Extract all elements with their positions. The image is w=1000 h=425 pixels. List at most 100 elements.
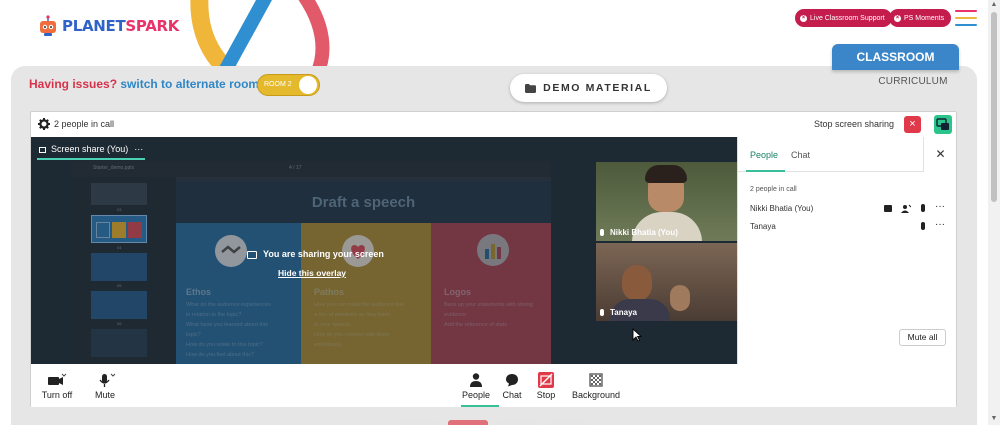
camera-label: Turn off — [41, 390, 73, 400]
hide-overlay-link[interactable]: Hide this overlay — [278, 268, 346, 278]
meeting-controls: Turn off Mute People Chat Stop Backgroun… — [31, 364, 956, 407]
participant-hair — [645, 165, 687, 183]
present-icon — [39, 146, 46, 153]
meeting-top-bar: 2 people in call Stop screen sharing × — [31, 112, 956, 137]
participant-name: Nikki Bhatia (You) — [610, 228, 678, 237]
demo-material-button[interactable]: DEMO MATERIAL — [510, 74, 667, 102]
participant-name: Tanaya — [610, 308, 637, 317]
issues-text: Having issues? — [29, 77, 118, 91]
participant-name-tag: Nikki Bhatia (You) — [600, 228, 678, 237]
switch-view-button[interactable] — [934, 115, 952, 134]
stop-screen-sharing-button[interactable]: × — [904, 116, 921, 133]
scrollbar-thumb[interactable] — [991, 12, 997, 202]
chat-icon — [506, 374, 518, 387]
participant-name: Nikki Bhatia (You) — [750, 204, 814, 213]
side-panel-tabs: People Chat — [738, 137, 923, 172]
chat-label: Chat — [502, 390, 522, 400]
mute-all-button[interactable]: Mute all — [899, 329, 946, 346]
stop-label: Stop — [536, 390, 556, 400]
people-button[interactable]: People — [459, 372, 493, 400]
issues-message: Having issues? switch to alternate room — [29, 77, 259, 91]
scroll-up-icon[interactable]: ▲ — [990, 1, 998, 9]
ps-moments-label: PS Moments — [904, 14, 945, 22]
active-control-indicator — [461, 405, 499, 407]
more-icon[interactable]: ··· — [935, 201, 945, 212]
ps-moments-button[interactable]: × PS Moments — [889, 9, 952, 27]
room-toggle[interactable]: ROOM 2 — [257, 74, 320, 96]
mouse-cursor-icon — [632, 328, 642, 342]
decorative-tab — [498, 420, 538, 425]
stop-screen-sharing-label: Stop screen sharing — [814, 119, 895, 129]
mic-icon — [99, 373, 116, 387]
present-icon — [247, 250, 257, 259]
background-icon — [589, 373, 603, 387]
demo-material-label: DEMO MATERIAL — [543, 82, 652, 94]
screen-share-stage: Screen share (You) ··· Starter_demo.pptx … — [31, 137, 737, 364]
folder-icon — [525, 83, 537, 93]
live-support-label: Live Classroom Support — [810, 14, 885, 22]
screen-share-tab-label: Screen share (You) — [51, 144, 129, 154]
participant-row: Nikki Bhatia (You) ··· — [738, 201, 957, 217]
pin-person-icon[interactable] — [901, 204, 911, 214]
decorative-tab — [448, 420, 488, 425]
overlay-message-text: You are sharing your screen — [263, 249, 384, 259]
people-side-panel: People Chat ✕ 2 people in call Nikki Bha… — [737, 137, 956, 364]
background-label: Background — [571, 390, 621, 400]
present-icon — [936, 118, 949, 130]
active-tab-indicator — [37, 158, 145, 160]
participant-video-tile[interactable]: Nikki Bhatia (You) — [596, 162, 737, 241]
stop-share-icon — [538, 372, 554, 388]
participant-video-tile[interactable]: Tanaya — [596, 243, 737, 321]
shared-slide: Starter_demo.pptx 4 / 17 03 04 05 06 Dra… — [71, 161, 551, 364]
decorative-tab — [548, 420, 588, 425]
robot-logo-icon — [40, 15, 56, 36]
tab-chat[interactable]: Chat — [791, 150, 810, 160]
mic-icon — [600, 229, 604, 237]
mic-toggle-button[interactable]: Mute — [89, 372, 121, 400]
tab-people[interactable]: People — [750, 150, 778, 160]
tab-classroom[interactable]: CLASSROOM — [832, 44, 959, 70]
participant-name: Tanaya — [750, 222, 776, 231]
participant-row: Tanaya ··· — [738, 219, 957, 235]
mic-icon[interactable] — [921, 204, 925, 212]
more-icon[interactable]: ··· — [935, 219, 945, 230]
brand-name-spark: SPARK — [125, 17, 180, 35]
participant-avatar-figure — [670, 285, 690, 311]
close-icon[interactable]: ✕ — [923, 137, 957, 172]
background-button[interactable]: Background — [569, 372, 623, 400]
camera-icon — [48, 373, 67, 385]
chat-button[interactable]: Chat — [499, 372, 525, 400]
camera-toggle-button[interactable]: Turn off — [39, 372, 75, 400]
brand-logo[interactable]: PLANETSPARK — [38, 15, 179, 37]
brand-name-planet: PLANET — [62, 17, 126, 35]
more-icon[interactable]: ··· — [134, 144, 143, 154]
settings-icon[interactable] — [38, 118, 50, 130]
people-in-call-count: 2 people in call — [54, 119, 115, 129]
tab-curriculum[interactable]: CURRICULUM — [858, 76, 968, 87]
switch-room-link[interactable]: switch to alternate room — [120, 77, 259, 91]
close-circle-icon: × — [800, 14, 807, 22]
mic-icon[interactable] — [921, 222, 925, 230]
live-classroom-support-button[interactable]: × Live Classroom Support — [795, 9, 892, 27]
mic-icon — [600, 309, 604, 317]
people-count-line: 2 people in call — [750, 186, 797, 193]
decorative-tab — [398, 420, 438, 425]
active-tab-indicator — [746, 170, 785, 172]
participant-avatar-figure — [622, 265, 652, 301]
screen-share-tab[interactable]: Screen share (You) ··· — [39, 144, 143, 154]
stop-share-button[interactable]: Stop — [533, 372, 559, 400]
mic-label: Mute — [94, 390, 115, 400]
meeting-frame: 2 people in call Stop screen sharing × S… — [30, 111, 957, 407]
close-circle-icon: × — [894, 14, 901, 22]
close-icon: × — [909, 118, 916, 130]
room-toggle-label: ROOM 2 — [264, 81, 292, 88]
toggle-knob — [299, 76, 317, 94]
people-label: People — [461, 390, 491, 400]
present-icon — [884, 205, 892, 212]
scroll-down-icon[interactable]: ▼ — [990, 415, 998, 423]
share-overlay-dim — [71, 161, 551, 364]
menu-icon[interactable] — [955, 10, 977, 26]
participant-name-tag: Tanaya — [600, 308, 637, 317]
people-icon — [470, 373, 482, 387]
sharing-overlay-message: You are sharing your screen — [247, 249, 384, 259]
